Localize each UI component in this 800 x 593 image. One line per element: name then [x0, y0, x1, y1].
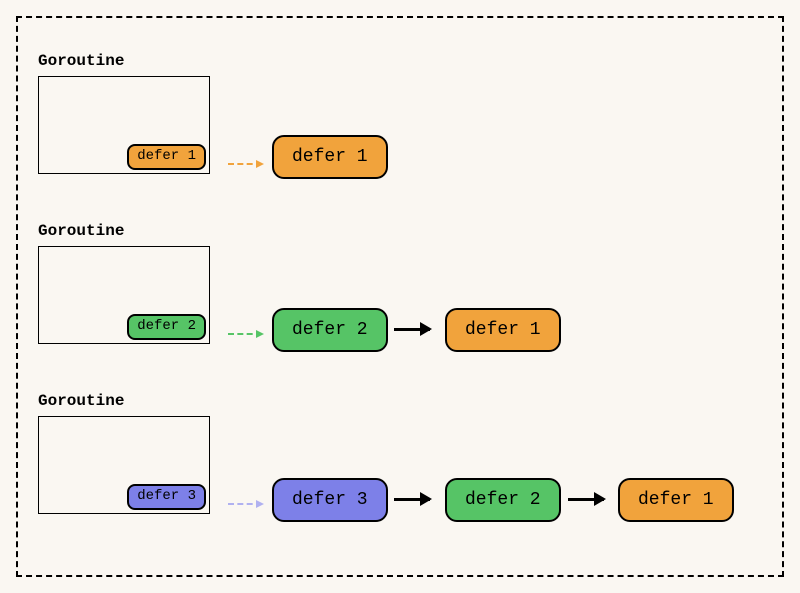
- defer-node-3-2: defer 2: [445, 478, 561, 522]
- defer-node-1-1: defer 1: [272, 135, 388, 179]
- arrow-icon: [394, 328, 430, 331]
- defer-inner-3: defer 3: [127, 484, 206, 510]
- goroutine-box: defer 2: [38, 246, 210, 344]
- goroutine-label: Goroutine: [38, 52, 210, 70]
- goroutine-box: defer 3: [38, 416, 210, 514]
- defer-node-3-3: defer 1: [618, 478, 734, 522]
- arrow-icon: [394, 498, 430, 501]
- dashed-arrow-purple: [228, 503, 262, 505]
- goroutine-box: defer 1: [38, 76, 210, 174]
- defer-node-2-2: defer 1: [445, 308, 561, 352]
- defer-node-2-1: defer 2: [272, 308, 388, 352]
- goroutine-row-3: Goroutine defer 3: [38, 392, 210, 514]
- defer-inner-1: defer 1: [127, 144, 206, 170]
- goroutine-label: Goroutine: [38, 222, 210, 240]
- goroutine-label: Goroutine: [38, 392, 210, 410]
- defer-inner-2: defer 2: [127, 314, 206, 340]
- dashed-arrow-green: [228, 333, 262, 335]
- dashed-arrow-orange: [228, 163, 262, 165]
- arrow-icon: [568, 498, 604, 501]
- defer-node-3-1: defer 3: [272, 478, 388, 522]
- goroutine-row-1: Goroutine defer 1: [38, 52, 210, 174]
- goroutine-row-2: Goroutine defer 2: [38, 222, 210, 344]
